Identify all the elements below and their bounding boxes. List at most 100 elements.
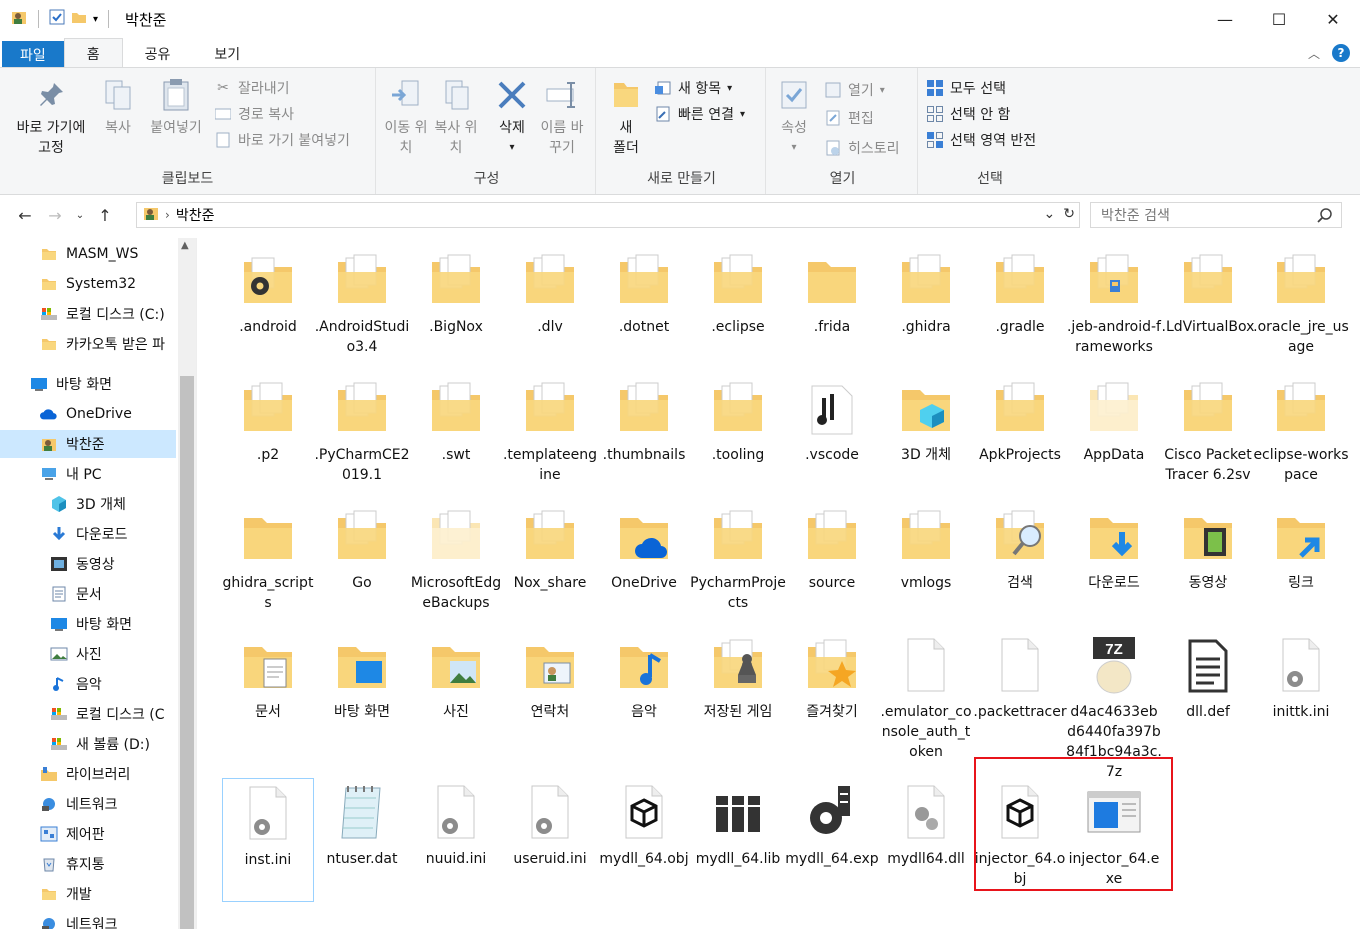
file-item[interactable]: MicrosoftEdgeBackups [410,502,502,626]
copy-button[interactable]: 복사 [98,76,138,138]
nav-item[interactable]: 로컬 디스크 (C [50,700,196,728]
file-item[interactable]: .LdVirtualBox [1162,246,1254,370]
file-item[interactable]: source [786,502,878,626]
new-item-button[interactable]: 새 항목 ▾ [654,76,732,100]
nav-item[interactable]: 바탕 화면 [50,610,196,638]
file-item[interactable]: nuuid.ini [410,778,502,902]
nav-scrollbar[interactable]: ▲ [178,238,196,929]
file-item[interactable]: 음악 [598,631,690,755]
file-item[interactable]: OneDrive [598,502,690,626]
file-item[interactable]: .oracle_jre_usage [1253,246,1349,370]
file-item[interactable]: .tooling [692,374,784,498]
file-item[interactable]: 다운로드 [1068,502,1160,626]
file-item[interactable]: mydll64.dll [880,778,972,902]
properties-button[interactable]: 속성 ▾ [774,76,814,158]
delete-button[interactable]: 삭제 ▾ [488,76,536,158]
nav-item[interactable]: 다운로드 [50,520,196,548]
pin-quick-access-button[interactable]: 바로 가기에 고정 [8,76,94,158]
file-item[interactable]: inittk.ini [1255,631,1347,755]
chevron-down-icon[interactable]: ▾ [93,14,98,25]
file-item[interactable]: .thumbnails [598,374,690,498]
forward-button[interactable]: → [40,200,70,230]
properties-check-icon[interactable] [49,9,65,29]
invert-selection-button[interactable]: 선택 영역 반전 [926,128,1036,152]
file-item[interactable]: 사진 [410,631,502,755]
nav-item[interactable]: 박찬준 [0,430,176,458]
file-item[interactable]: .AndroidStudio3.4 [315,246,409,370]
nav-item[interactable]: MASM_WS [40,240,196,268]
file-item[interactable]: .emulator_console_auth_token [880,631,972,760]
file-item[interactable]: Cisco Packet Tracer 6.2sv [1162,374,1254,498]
file-item[interactable]: useruid.ini [504,778,596,902]
maximize-button[interactable]: ☐ [1252,0,1306,38]
file-item[interactable]: 바탕 화면 [316,631,408,755]
copy-to-button[interactable]: 복사 위치 [432,76,480,158]
file-item[interactable]: .dotnet [598,246,690,370]
easy-access-button[interactable]: 빠른 연결 ▾ [654,102,745,126]
nav-item[interactable]: 네트워크 [40,910,196,929]
file-item[interactable]: .dlv [504,246,596,370]
file-item[interactable]: 링크 [1255,502,1347,626]
file-item[interactable]: 문서 [222,631,314,755]
file-item[interactable]: ApkProjects [974,374,1066,498]
nav-item[interactable]: 내 PC [40,460,196,488]
file-item[interactable]: mydll_64.lib [692,778,784,902]
file-item[interactable]: .gradle [974,246,1066,370]
file-item[interactable]: mydll_64.exp [785,778,879,902]
nav-item[interactable]: 3D 개체 [50,490,196,518]
search-input[interactable]: 박찬준 검색 [1101,205,1170,225]
file-item[interactable]: .frida [786,246,878,370]
address-dropdown-icon[interactable]: ⌄ [1044,206,1056,222]
nav-item[interactable]: 새 볼륨 (D:) [50,730,196,758]
nav-item[interactable]: 제어판 [40,820,196,848]
edit-button[interactable]: 편집 [824,106,874,130]
nav-item[interactable]: 동영상 [50,550,196,578]
close-button[interactable]: ✕ [1306,0,1360,38]
file-item[interactable]: ghidra_scripts [222,502,314,626]
file-item[interactable]: PycharmProjects [690,502,786,626]
scroll-thumb[interactable] [180,376,194,929]
file-item[interactable]: 검색 [974,502,1066,626]
file-item[interactable]: 즐겨찾기 [786,631,878,755]
file-item[interactable]: .eclipse [692,246,784,370]
file-item[interactable]: 연락처 [504,631,596,755]
nav-item[interactable]: 개발 [40,880,196,908]
file-item[interactable]: AppData [1068,374,1160,498]
refresh-icon[interactable]: ↻ [1063,206,1075,222]
nav-item[interactable]: 바탕 화면 [30,370,196,398]
file-item[interactable]: Go [316,502,408,626]
back-button[interactable]: ← [10,200,40,230]
nav-item[interactable]: 라이브러리 [40,760,196,788]
move-to-button[interactable]: 이동 위치 [382,76,430,158]
new-folder-button[interactable]: 새 폴더 [606,76,646,158]
tab-view[interactable]: 보기 [192,40,262,68]
breadcrumb[interactable]: 박찬준 [176,205,215,225]
select-all-button[interactable]: 모두 선택 [926,76,1006,100]
file-item[interactable]: 동영상 [1162,502,1254,626]
up-button[interactable]: ↑ [90,200,120,230]
nav-item[interactable]: 로컬 디스크 (C:) [40,300,196,328]
file-item[interactable]: 7Z d4ac4633ebd6440fa397b84f1bc94a3c.7z [1066,631,1162,780]
tab-home[interactable]: 홈 [63,38,123,68]
tab-share[interactable]: 공유 [123,40,193,68]
paste-shortcut-button[interactable]: 바로 가기 붙여넣기 [214,128,350,152]
nav-item[interactable]: 문서 [50,580,196,608]
nav-item[interactable]: 휴지통 [40,850,196,878]
nav-item[interactable]: 카카오톡 받은 파 [40,330,196,358]
collapse-ribbon-icon[interactable]: ︿ [1308,45,1320,62]
file-item[interactable]: .templateengine [503,374,597,498]
nav-item[interactable]: 음악 [50,670,196,698]
file-item[interactable]: .PyCharmCE2019.1 [314,374,410,498]
file-item[interactable]: .jeb-android-frameworks [1067,246,1161,370]
open-button[interactable]: 열기 ▾ [824,78,885,102]
file-item[interactable]: .android [222,246,314,370]
nav-item[interactable]: System32 [40,270,196,298]
file-item[interactable]: .BigNox [410,246,502,370]
file-item[interactable]: .ghidra [880,246,972,370]
cut-button[interactable]: ✂ 잘라내기 [214,76,289,100]
file-item[interactable]: Nox_share [504,502,596,626]
rename-button[interactable]: 이름 바꾸기 [538,76,586,158]
file-item[interactable]: inst.ini [222,778,314,902]
chevron-right-icon[interactable]: › [165,208,170,222]
new-folder-small-icon[interactable] [71,9,87,29]
